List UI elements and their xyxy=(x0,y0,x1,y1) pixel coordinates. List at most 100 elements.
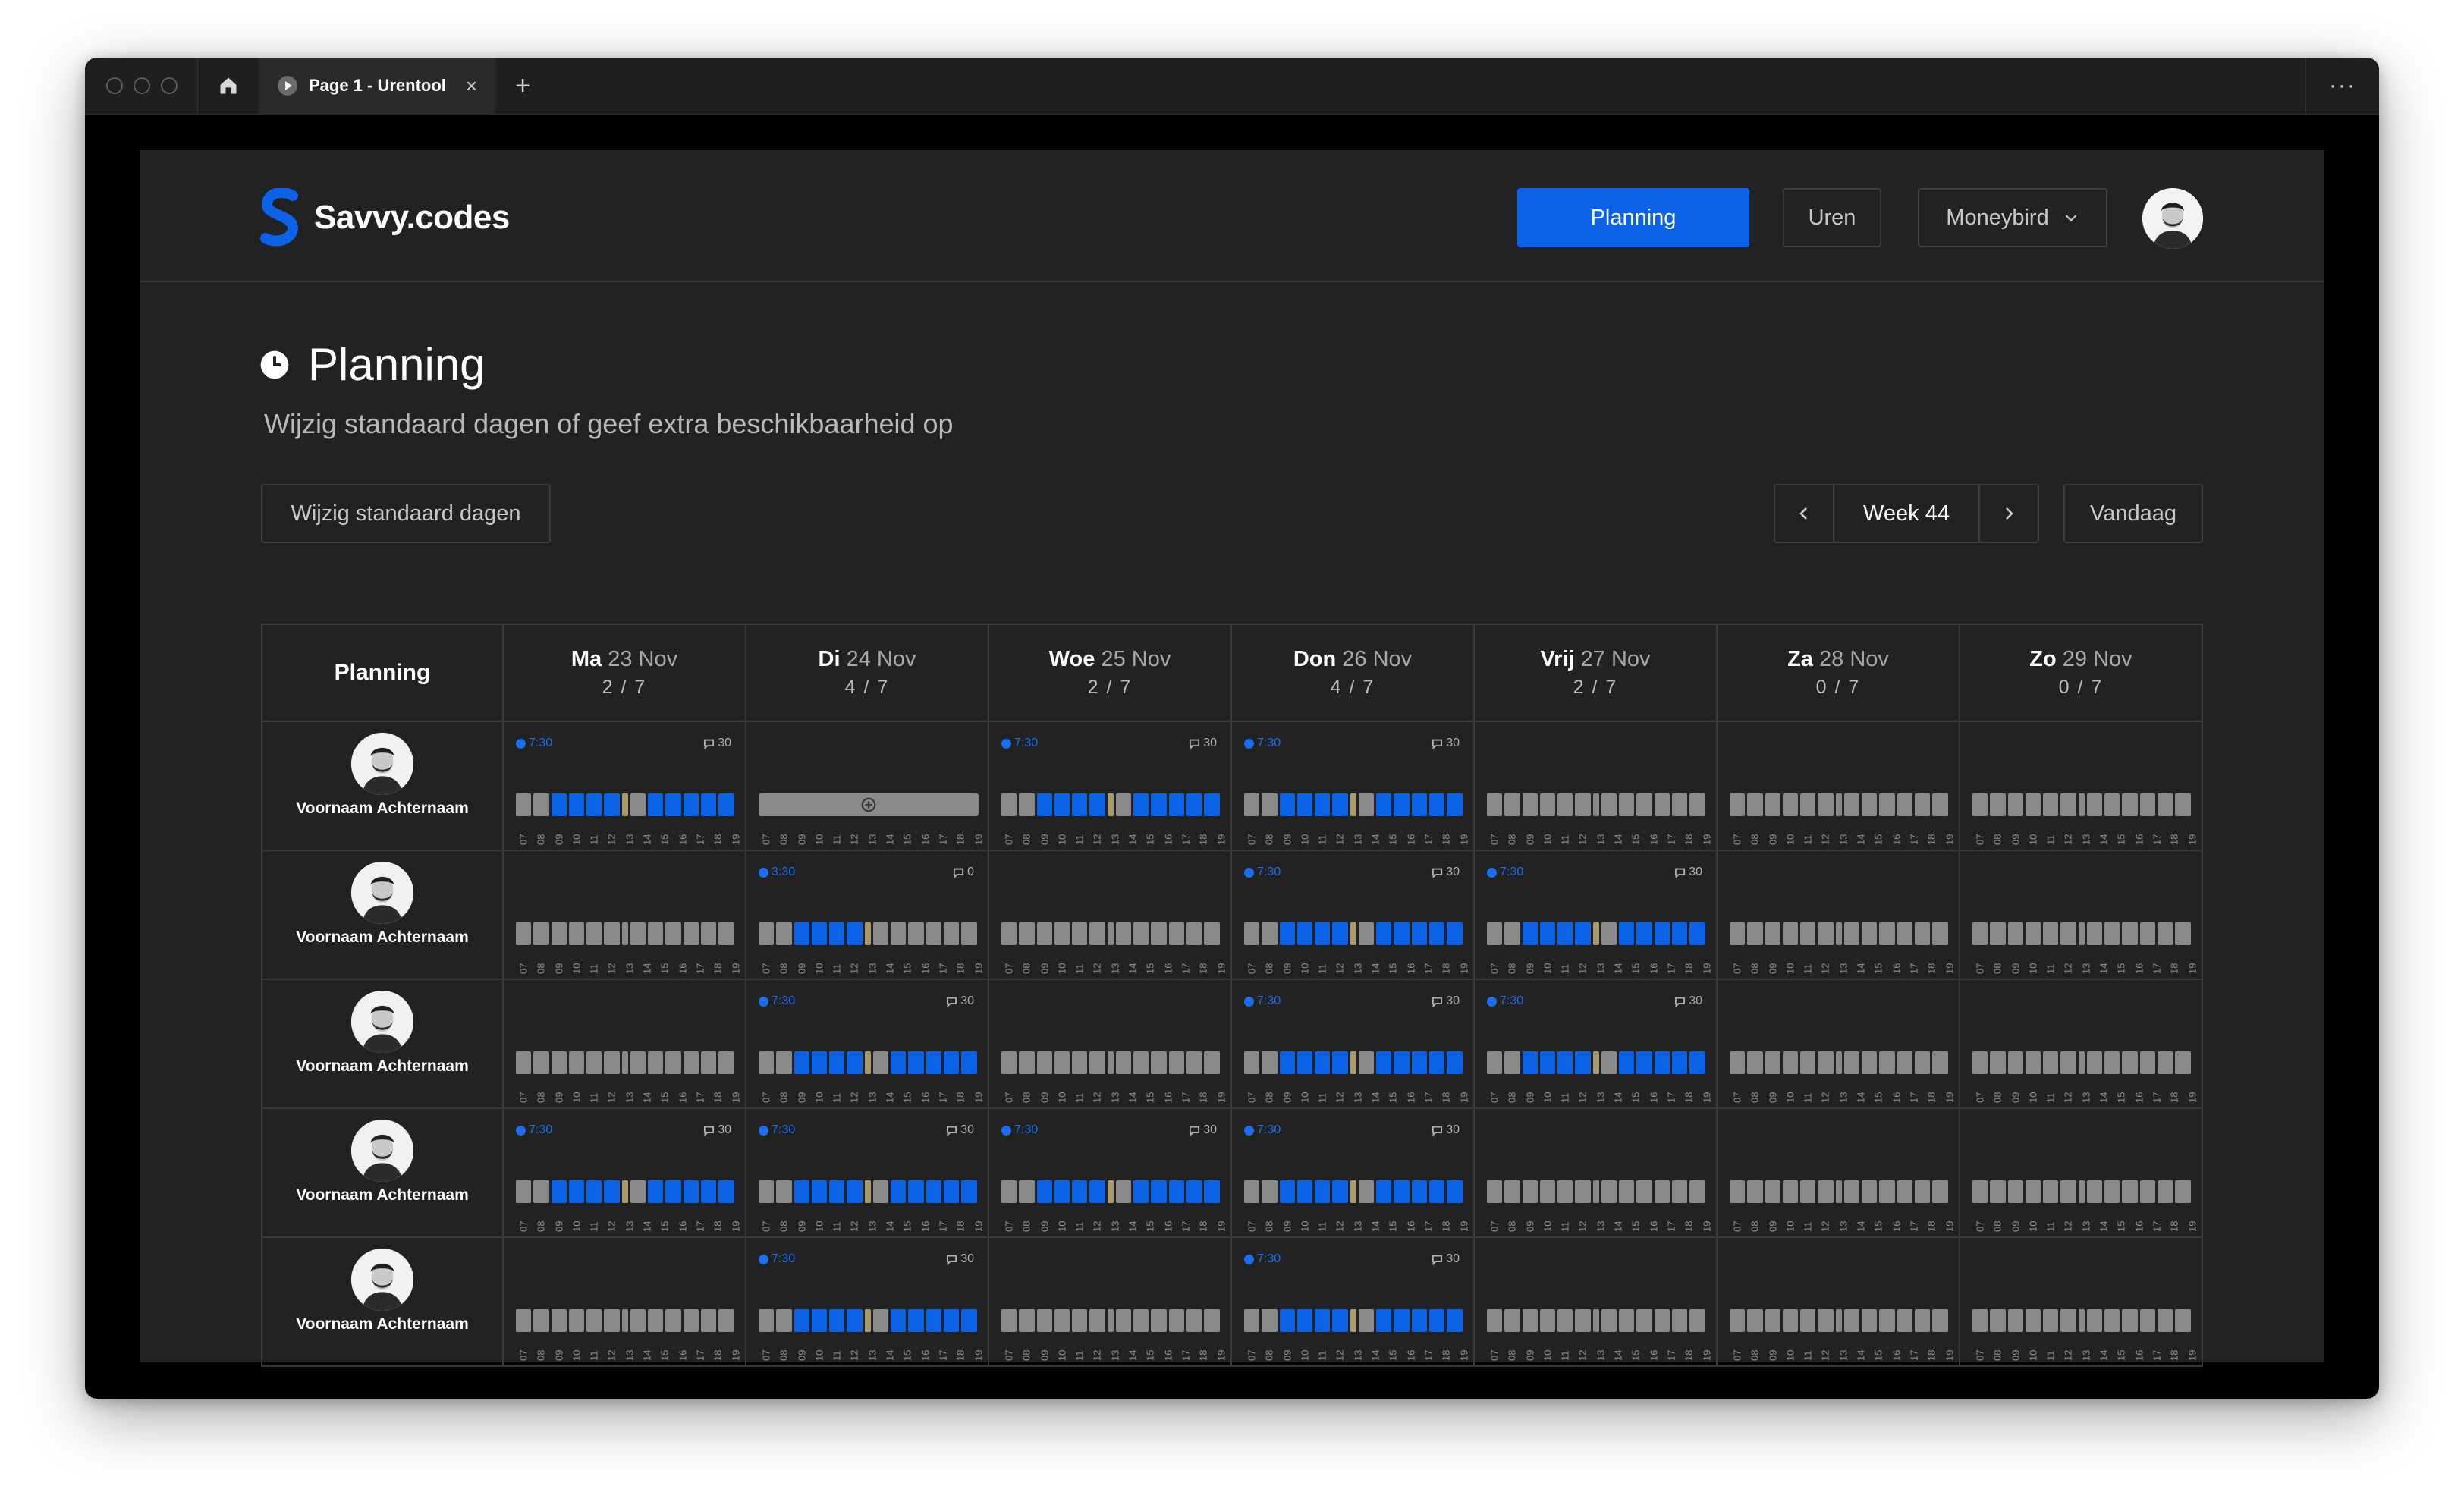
hour-blocks[interactable] xyxy=(759,1051,977,1074)
availability-cell[interactable]: 07 08 09 10 11 12 13 14 15 16 17 18 19 xyxy=(504,1238,746,1367)
hour-slot[interactable] xyxy=(1089,793,1105,816)
hour-slot[interactable] xyxy=(908,1180,924,1203)
hour-slot[interactable] xyxy=(872,1309,889,1332)
hour-slot[interactable] xyxy=(829,922,845,945)
hour-slot[interactable] xyxy=(1619,1051,1635,1074)
comment-count[interactable]: 0 xyxy=(953,865,974,879)
availability-cell[interactable]: 7:30 30 07 08 09 10 11 12 13 14 15 16 17 18 19 xyxy=(1232,1109,1475,1238)
hour-slot[interactable] xyxy=(1765,1309,1780,1332)
hour-slot[interactable] xyxy=(926,1180,941,1203)
hour-slot[interactable] xyxy=(1504,922,1520,945)
break-slot[interactable] xyxy=(1107,1309,1114,1332)
hour-slot[interactable] xyxy=(1447,922,1463,945)
hour-slot[interactable] xyxy=(1151,922,1167,945)
hour-slot[interactable] xyxy=(1932,922,1948,945)
hour-slot[interactable] xyxy=(1001,793,1017,816)
hour-slot[interactable] xyxy=(700,1051,717,1074)
comment-count[interactable]: 30 xyxy=(1432,994,1460,1008)
hour-slot[interactable] xyxy=(872,922,889,945)
hour-slot[interactable] xyxy=(961,1309,977,1332)
hour-slot[interactable] xyxy=(2175,1051,2191,1074)
comment-count[interactable]: 30 xyxy=(946,1252,974,1266)
hour-blocks[interactable] xyxy=(1244,922,1463,945)
hour-slot[interactable] xyxy=(551,1309,567,1332)
hour-slot[interactable] xyxy=(961,922,977,945)
hour-slot[interactable] xyxy=(1089,1051,1105,1074)
break-slot[interactable] xyxy=(621,793,628,816)
hour-slot[interactable] xyxy=(1730,1309,1746,1332)
hour-slot[interactable] xyxy=(604,1051,620,1074)
availability-cell[interactable]: 07 08 09 10 11 12 13 14 15 16 17 18 19 xyxy=(1960,851,2203,980)
hour-slot[interactable] xyxy=(1522,922,1538,945)
hour-slot[interactable] xyxy=(891,922,907,945)
hour-blocks[interactable] xyxy=(1972,793,2191,816)
hour-slot[interactable] xyxy=(1262,922,1278,945)
hour-slot[interactable] xyxy=(1394,922,1410,945)
break-slot[interactable] xyxy=(1350,1051,1356,1074)
hour-slot[interactable] xyxy=(891,1051,907,1074)
hour-slot[interactable] xyxy=(1932,793,1948,816)
hour-slot[interactable] xyxy=(1654,1309,1670,1332)
hour-slot[interactable] xyxy=(1036,1309,1052,1332)
hour-slot[interactable] xyxy=(2043,1309,2059,1332)
hour-slot[interactable] xyxy=(1636,1051,1652,1074)
comment-count[interactable]: 30 xyxy=(1432,737,1460,750)
hour-slot[interactable] xyxy=(908,1309,924,1332)
hour-slot[interactable] xyxy=(1575,922,1591,945)
hour-slot[interactable] xyxy=(1315,1051,1331,1074)
hour-slot[interactable] xyxy=(1036,1180,1052,1203)
hour-slot[interactable] xyxy=(1671,1180,1688,1203)
hour-slot[interactable] xyxy=(718,922,734,945)
hour-slot[interactable] xyxy=(1411,1309,1427,1332)
hour-slot[interactable] xyxy=(811,1309,828,1332)
hour-slot[interactable] xyxy=(1747,922,1763,945)
hour-blocks[interactable] xyxy=(1972,1051,2191,1074)
hour-slot[interactable] xyxy=(1244,1180,1260,1203)
nav-moneybird-dropdown[interactable]: Moneybird xyxy=(1918,188,2107,247)
hour-slot[interactable] xyxy=(1036,793,1052,816)
hour-slot[interactable] xyxy=(1376,1309,1392,1332)
hour-slot[interactable] xyxy=(1376,922,1392,945)
break-slot[interactable] xyxy=(1350,1180,1356,1203)
hour-slot[interactable] xyxy=(1089,1309,1105,1332)
hour-slot[interactable] xyxy=(2104,793,2120,816)
availability-cell[interactable]: 07 08 09 10 11 12 13 14 15 16 17 18 19 xyxy=(1960,722,2203,851)
hour-slot[interactable] xyxy=(1168,1180,1184,1203)
hour-slot[interactable] xyxy=(1897,922,1912,945)
hour-slot[interactable] xyxy=(961,1051,977,1074)
hour-slot[interactable] xyxy=(1879,793,1895,816)
hour-slot[interactable] xyxy=(516,1180,532,1203)
hour-slot[interactable] xyxy=(1765,922,1780,945)
hour-slot[interactable] xyxy=(1186,922,1202,945)
hour-slot[interactable] xyxy=(1879,1309,1895,1332)
hour-blocks[interactable] xyxy=(516,1180,734,1203)
hour-slot[interactable] xyxy=(1619,1180,1635,1203)
hour-slot[interactable] xyxy=(533,793,549,816)
hour-slot[interactable] xyxy=(1522,793,1538,816)
hour-blocks[interactable] xyxy=(759,922,977,945)
hour-slot[interactable] xyxy=(2157,1051,2173,1074)
tab-close-icon[interactable]: × xyxy=(466,74,477,98)
hour-blocks[interactable] xyxy=(1244,1180,1463,1203)
hour-slot[interactable] xyxy=(1394,1180,1410,1203)
hour-slot[interactable] xyxy=(1315,922,1331,945)
comment-count[interactable]: 30 xyxy=(703,1123,731,1137)
hour-slot[interactable] xyxy=(2060,1309,2076,1332)
hour-slot[interactable] xyxy=(926,1309,941,1332)
hour-slot[interactable] xyxy=(926,1051,941,1074)
hour-slot[interactable] xyxy=(2060,1051,2076,1074)
hour-slot[interactable] xyxy=(648,1309,664,1332)
hour-slot[interactable] xyxy=(1296,1180,1313,1203)
person-avatar[interactable] xyxy=(351,1249,413,1311)
hour-slot[interactable] xyxy=(961,1180,977,1203)
hour-slot[interactable] xyxy=(794,1309,809,1332)
hour-slot[interactable] xyxy=(1654,922,1670,945)
hour-slot[interactable] xyxy=(1671,793,1688,816)
hour-slot[interactable] xyxy=(700,922,717,945)
hour-slot[interactable] xyxy=(604,1180,620,1203)
hour-slot[interactable] xyxy=(1972,922,1988,945)
hour-slot[interactable] xyxy=(648,1180,664,1203)
hour-slot[interactable] xyxy=(1151,1309,1167,1332)
hour-slot[interactable] xyxy=(1504,1180,1520,1203)
hour-slot[interactable] xyxy=(2025,922,2041,945)
